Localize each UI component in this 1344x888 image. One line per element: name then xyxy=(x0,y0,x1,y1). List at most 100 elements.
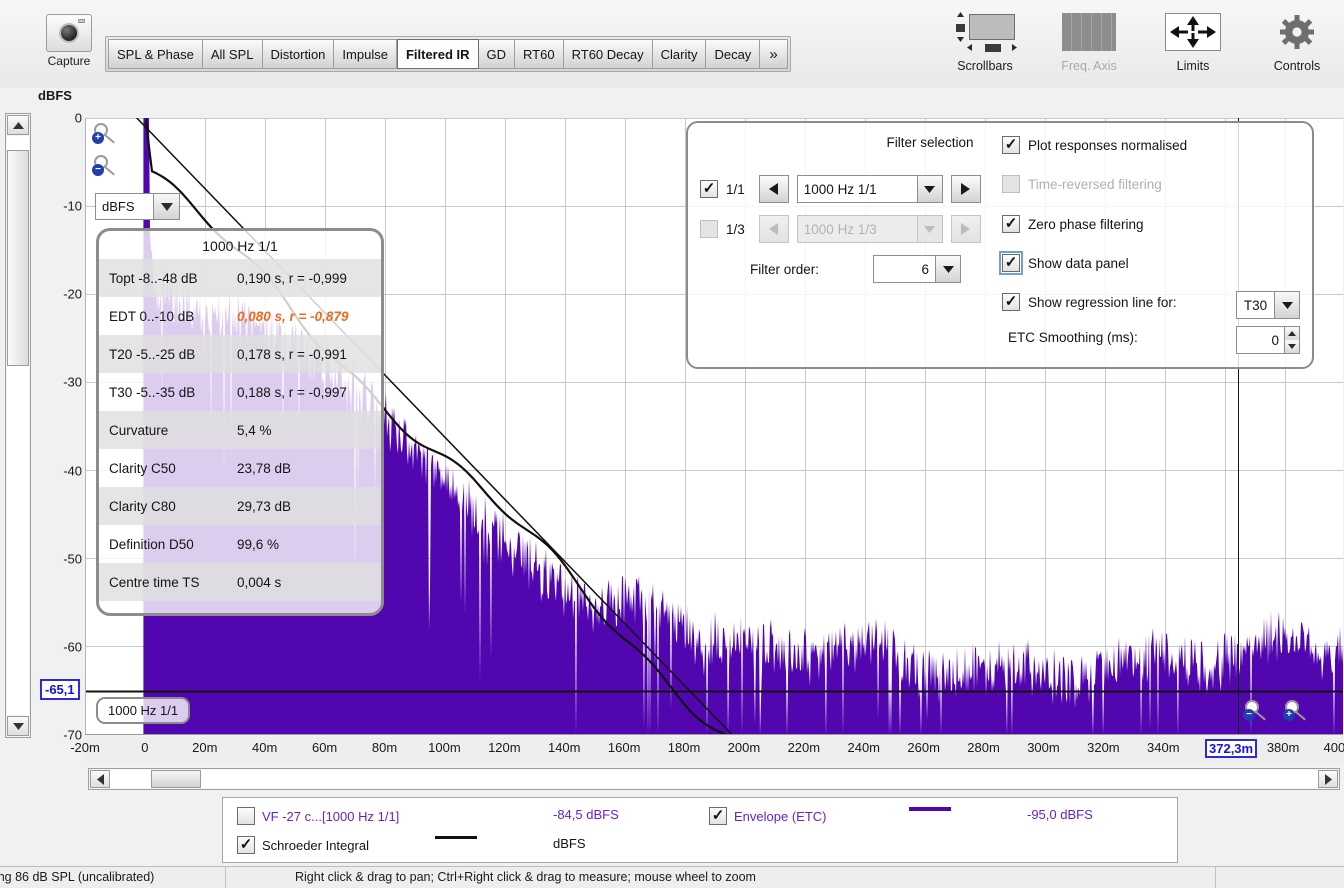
x-axis: -20m 0 20m 40m 60m 80m 100m 120m 140m 160m 180m 200… xyxy=(70,737,1344,763)
zoom-in-y-button[interactable]: + xyxy=(92,123,118,145)
filter-order-select[interactable]: 6 xyxy=(873,255,962,283)
scroll-left-button[interactable] xyxy=(90,770,110,788)
data-panel-row-value: 0,004 s xyxy=(237,574,282,590)
chevron-down-icon[interactable] xyxy=(1274,292,1299,318)
filter-order-value: 6 xyxy=(921,261,930,277)
chevron-down-icon[interactable] xyxy=(916,216,942,242)
legend-vf-checkbox[interactable] xyxy=(237,807,255,825)
option-show-data-panel[interactable]: Show data panel xyxy=(999,251,1129,275)
y-tick: 0 xyxy=(74,110,82,126)
scroll-down-button[interactable] xyxy=(7,716,29,736)
show-data-panel-checkbox[interactable] xyxy=(999,251,1023,275)
vertical-scrollbar[interactable] xyxy=(5,113,31,738)
etc-smoothing-stepper[interactable]: 0 xyxy=(1236,326,1300,354)
data-panel-row-value: 5,4 % xyxy=(237,422,272,438)
gear-icon xyxy=(1280,15,1314,49)
scrollbars-button[interactable]: Scrollbars xyxy=(946,10,1024,73)
tab-filtered-ir[interactable]: Filtered IR xyxy=(396,39,479,69)
octave-1-3-checkbox[interactable] xyxy=(700,220,718,238)
regression-target-select[interactable]: T30 xyxy=(1236,291,1300,319)
status-bar: ning 86 dB SPL (uncalibrated) Right clic… xyxy=(0,866,1344,888)
legend-schroeder-checkbox[interactable] xyxy=(237,836,255,854)
data-panel-row-value: 0,080 s, r = -0,879 xyxy=(237,308,349,324)
scrollbars-label: Scrollbars xyxy=(957,59,1013,73)
tab-all-spl[interactable]: All SPL xyxy=(202,39,263,69)
y-unit-select[interactable]: dBFS xyxy=(95,193,180,220)
scroll-right-button[interactable] xyxy=(1318,770,1338,788)
data-panel-row: Clarity C50 23,78 dB xyxy=(99,449,381,487)
zero-phase-checkbox[interactable] xyxy=(1002,215,1020,233)
stepper-up-icon[interactable] xyxy=(1284,327,1299,340)
legend-envelope-value-wrap: -95,0 dBFS xyxy=(1027,807,1093,822)
legend-item-vf[interactable]: VF -27 c...[1000 Hz 1/1] xyxy=(237,807,399,825)
tab-[interactable]: » xyxy=(760,39,788,69)
etc-smoothing-row: ETC Smoothing (ms): xyxy=(1008,330,1138,345)
tab-decay[interactable]: Decay xyxy=(706,39,761,69)
option-show-regression[interactable]: Show regression line for: xyxy=(1002,293,1177,311)
vertical-scroll-thumb[interactable] xyxy=(7,150,29,366)
data-panel-row-value: 23,78 dB xyxy=(237,460,292,476)
tab-clarity[interactable]: Clarity xyxy=(652,39,707,69)
tab-rt60[interactable]: RT60 xyxy=(515,39,564,69)
data-panel-row-key: Curvature xyxy=(109,422,169,438)
legend-vf-value-wrap: -84,5 dBFS xyxy=(553,807,619,822)
x-tick: 280m xyxy=(967,740,1000,755)
controls-button[interactable]: Controls xyxy=(1258,10,1336,73)
y-tick: -20 xyxy=(63,286,82,302)
horizontal-scroll-thumb[interactable] xyxy=(151,770,201,788)
scroll-up-button[interactable] xyxy=(7,115,29,135)
octave-1-3-select[interactable]: 1000 Hz 1/3 xyxy=(796,215,943,243)
octave-1-1-prev-button[interactable] xyxy=(758,175,789,203)
tab-spl-phase[interactable]: SPL & Phase xyxy=(108,39,203,69)
octave-1-3-prev-button[interactable] xyxy=(758,215,789,243)
tab-distortion[interactable]: Distortion xyxy=(262,39,335,69)
option-plot-normalised[interactable]: Plot responses normalised xyxy=(1002,136,1187,154)
chart-legend: VF -27 c...[1000 Hz 1/1] -84,5 dBFS Enve… xyxy=(222,797,1178,863)
horizontal-scrollbar[interactable] xyxy=(88,768,1340,790)
freq-axis-button[interactable]: Freq. Axis xyxy=(1050,10,1128,73)
legend-schroeder-value-wrap: dBFS xyxy=(553,836,586,851)
option-zero-phase[interactable]: Zero phase filtering xyxy=(1002,215,1144,233)
chevron-down-icon[interactable] xyxy=(153,194,179,219)
octave-1-1-select[interactable]: 1000 Hz 1/1 xyxy=(796,175,943,203)
zoom-in-x-button[interactable]: + xyxy=(1283,700,1309,722)
cursor-x-readout: 372,3m xyxy=(1205,739,1258,758)
stepper-down-icon[interactable] xyxy=(1284,340,1299,353)
legend-envelope-swatch-wrap xyxy=(909,807,951,811)
chevron-down-icon[interactable] xyxy=(935,256,961,282)
x-tick: 100m xyxy=(428,740,461,755)
tab-impulse[interactable]: Impulse xyxy=(334,39,397,69)
octave-1-3-next-button[interactable] xyxy=(950,215,981,243)
data-panel-row-value: 29,73 dB xyxy=(237,498,292,514)
data-panel-row: T20 -5..-25 dB 0,178 s, r = -0,991 xyxy=(99,335,381,373)
show-regression-checkbox[interactable] xyxy=(1002,293,1020,311)
legend-schroeder-value: dBFS xyxy=(553,836,586,851)
legend-item-schroeder[interactable]: Schroeder Integral xyxy=(237,836,369,854)
show-regression-label: Show regression line for: xyxy=(1028,294,1177,310)
legend-schroeder-swatch-wrap xyxy=(435,836,477,839)
zoom-out-x-button[interactable]: − xyxy=(1243,700,1269,722)
tab-gd[interactable]: GD xyxy=(478,39,516,69)
data-panel-row-value: 0,188 s, r = -0,997 xyxy=(237,384,347,400)
capture-button[interactable]: Capture xyxy=(44,14,94,68)
zoom-out-y-button[interactable]: − xyxy=(92,155,118,177)
legend-envelope-swatch xyxy=(909,807,951,811)
option-time-reversed[interactable]: Time-reversed filtering xyxy=(1002,175,1162,193)
etc-smoothing-buttons[interactable] xyxy=(1284,327,1299,353)
data-panel-row-key: Clarity C80 xyxy=(109,498,176,514)
tab-rt60-decay[interactable]: RT60 Decay xyxy=(563,39,653,69)
octave-1-1-checkbox[interactable] xyxy=(700,180,718,198)
octave-1-1-next-button[interactable] xyxy=(950,175,981,203)
data-panel-row: Centre time TS 0,004 s xyxy=(99,563,381,601)
data-panel-row-key: T20 -5..-25 dB xyxy=(109,346,196,362)
x-tick: 260m xyxy=(907,740,940,755)
legend-item-envelope[interactable]: Envelope (ETC) xyxy=(709,807,826,825)
limits-button[interactable]: Limits xyxy=(1154,10,1232,73)
horizontal-scroll-track[interactable] xyxy=(110,770,1318,788)
legend-envelope-checkbox[interactable] xyxy=(709,807,727,825)
plot-normalised-checkbox[interactable] xyxy=(1002,136,1020,154)
chevron-down-icon[interactable] xyxy=(916,176,942,202)
time-reversed-checkbox[interactable] xyxy=(1002,175,1020,193)
data-panel-row-value: 0,178 s, r = -0,991 xyxy=(237,346,347,362)
filter-selection-panel: Filter selection 1/1 1000 Hz 1/1 1/3 xyxy=(686,121,1314,369)
